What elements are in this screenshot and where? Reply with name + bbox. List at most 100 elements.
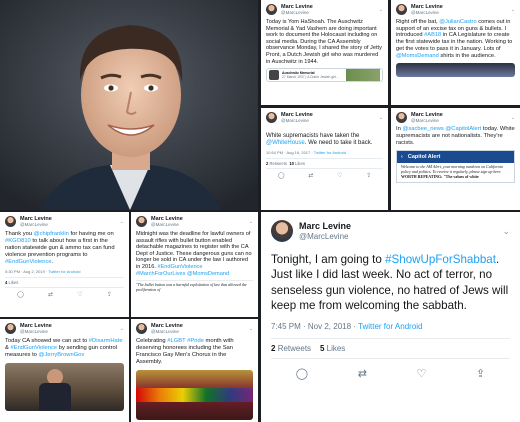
avatar[interactable] (136, 323, 147, 334)
hashtag-link[interactable]: #KGO810 (5, 238, 31, 244)
pride-flag (136, 387, 253, 402)
reply-icon[interactable]: ◯ (296, 367, 308, 380)
mention-link[interactable]: @WhiteHouse (266, 140, 305, 146)
tweet-pride[interactable]: Marc Levine @MarcLevine ⌄ Celebrating #LG… (131, 319, 258, 422)
author-handle[interactable]: @MarcLevine (411, 10, 443, 15)
avatar[interactable] (396, 112, 407, 123)
tweet-timestamp[interactable]: 5:30 PM · Aug 2, 2019 · (5, 269, 48, 274)
tweet-text: White supremacists have taken the @White… (266, 133, 383, 147)
tweet-stats: 4 Likes (5, 276, 124, 288)
share-icon[interactable]: ⇪ (476, 367, 485, 380)
author-handle[interactable]: @MarcLevine (299, 232, 351, 242)
tweet-photo[interactable] (136, 369, 253, 420)
tweet-julian-castro[interactable]: Marc Levine @MarcLevine ⌄ Right off the b… (391, 0, 520, 105)
text-span: Tonight, I am going to (271, 253, 386, 266)
mention-link[interactable]: @chipfranklin (34, 231, 69, 237)
like-icon[interactable]: ♡ (417, 367, 427, 380)
retweet-icon[interactable]: ⇄ (48, 291, 53, 298)
link-card[interactable]: Auschwitz Memorial 27 March 1937 | A Dut… (266, 68, 383, 83)
tweet-client-link[interactable]: Twitter for Android (358, 322, 422, 331)
hashtag-link[interactable]: #AB18 (424, 32, 441, 38)
chevron-down-icon[interactable]: ⌄ (511, 115, 515, 121)
author-name[interactable]: Marc Levine (299, 221, 351, 232)
hashtag-link[interactable]: #EndGunViolence (5, 259, 52, 265)
tweet-text: Thank you @chipfranklin for having me on… (5, 231, 124, 266)
article-heading: WORTH REPEATING: "The values of white (401, 174, 479, 180)
chevron-down-icon[interactable]: ⌄ (502, 226, 510, 237)
text-span: shirts in the audience. (438, 52, 496, 59)
chevron-down-icon[interactable]: ⌄ (511, 7, 515, 13)
mention-link[interactable]: @CapitolAlert (445, 126, 481, 132)
tweet-client-link[interactable]: Twitter for Android (314, 150, 346, 155)
like-count[interactable]: 5 (320, 344, 324, 353)
author-handle[interactable]: @MarcLevine (20, 222, 52, 227)
hashtag-link[interactable]: #Pride (187, 338, 204, 344)
author-handle[interactable]: @MarcLevine (411, 118, 443, 123)
retweet-count[interactable]: 2 (266, 161, 268, 166)
reply-icon[interactable]: ◯ (17, 291, 24, 298)
chevron-down-icon[interactable]: ⌄ (249, 326, 253, 332)
like-icon[interactable]: ♡ (337, 172, 342, 179)
reply-icon[interactable]: ◯ (278, 172, 285, 179)
hashtag-link[interactable]: #EndGunViolence (157, 264, 202, 270)
retweet-count[interactable]: 2 (271, 344, 275, 353)
author-handle[interactable]: @MarcLevine (151, 329, 183, 334)
chevron-down-icon[interactable]: ⌄ (249, 219, 253, 225)
tweet-timestamp[interactable]: 7:45 PM · Nov 2, 2018 · (271, 322, 358, 331)
share-icon[interactable]: ⇪ (366, 172, 371, 179)
hashtag-link[interactable]: #DisarmHate (89, 338, 123, 344)
card-subtitle: 27 March 1937 | A Dutch Jewish girl... (282, 75, 339, 80)
tweet-yom-hashoah[interactable]: Marc Levine @MarcLevine ⌄ Today is Yom Ha… (261, 0, 388, 105)
chevron-down-icon[interactable]: ⌄ (120, 326, 124, 332)
mention-link[interactable]: @MomsDemand (187, 271, 229, 277)
tweet-disarm-hate[interactable]: Marc Levine @MarcLevine ⌄ Today CA showed… (0, 319, 129, 422)
avatar[interactable] (266, 4, 277, 15)
chevron-down-icon[interactable]: ⌄ (379, 7, 383, 13)
like-icon[interactable]: ♡ (77, 291, 82, 298)
avatar[interactable] (136, 216, 147, 227)
tweet-photo[interactable] (5, 362, 124, 411)
retweets-label: Retweets (269, 161, 287, 167)
tweet-meta: 10:54 PM · Aug 16, 2017 · Twitter for An… (266, 150, 383, 155)
like-count[interactable]: 10 (289, 161, 294, 166)
tweet-capitol-alert[interactable]: Marc Levine @MarcLevine ⌄ In @sacbee_news… (391, 108, 520, 210)
hashtag-link[interactable]: #MarchForOurLives (136, 271, 185, 277)
hashtag-link[interactable]: #ShowUpForShabbat (385, 253, 496, 266)
avatar[interactable] (271, 220, 293, 242)
back-arrow-icon[interactable]: ‹ (401, 154, 403, 160)
tweet-actions: ◯ ⇄ ♡ ⇪ (271, 367, 510, 380)
avatar[interactable] (5, 216, 16, 227)
like-count[interactable]: 4 (5, 280, 7, 285)
author-handle[interactable]: @MarcLevine (281, 118, 313, 123)
retweet-icon[interactable]: ⇄ (308, 172, 313, 179)
share-icon[interactable]: ⇪ (107, 291, 112, 298)
hashtag-link[interactable]: #EndGunViolence (10, 345, 57, 351)
author-handle[interactable]: @MarcLevine (151, 222, 183, 227)
avatar[interactable] (396, 4, 407, 15)
tweet-whitehouse[interactable]: Marc Levine @MarcLevine ⌄ White supremaci… (261, 108, 388, 210)
avatar[interactable] (266, 112, 277, 123)
tweet-photo[interactable] (396, 63, 515, 78)
mention-link[interactable]: @sacbee_news (402, 126, 443, 132)
tweet-show-up-for-shabbat[interactable]: Marc Levine @MarcLevine ⌄ Tonight, I am … (261, 212, 520, 422)
hashtag-link[interactable]: #LGBT (167, 338, 185, 344)
tweet-text: Midnight was the deadline for lawful own… (136, 231, 253, 277)
avatar[interactable] (5, 323, 16, 334)
tweet-kgo810[interactable]: Marc Levine @MarcLevine ⌄ Thank you @chip… (0, 212, 129, 317)
tweet-timestamp[interactable]: 10:54 PM · Aug 16, 2017 · (266, 150, 314, 155)
author-handle[interactable]: @MarcLevine (20, 329, 52, 334)
tweet-client-link[interactable]: Twitter for Android (48, 269, 80, 274)
tweet-text: Today CA showed we can act to #DisarmHat… (5, 338, 124, 359)
tweet-bullet-button[interactable]: Marc Levine @MarcLevine ⌄ Midnight was th… (131, 212, 258, 317)
author-handle[interactable]: @MarcLevine (281, 10, 313, 15)
chevron-down-icon[interactable]: ⌄ (379, 115, 383, 121)
text-span: . (51, 258, 54, 265)
quoted-excerpt: "The bullet button was a harmful exploit… (136, 280, 253, 293)
mention-link[interactable]: @MomsDemand (396, 53, 439, 59)
retweet-icon[interactable]: ⇄ (358, 367, 367, 380)
mention-link[interactable]: @JulianCastro (439, 19, 476, 25)
embedded-article[interactable]: ‹ Capitol Alert Welcome to the AM Alert, … (396, 149, 515, 184)
chevron-down-icon[interactable]: ⌄ (120, 219, 124, 225)
tweet-meta: 7:45 PM · Nov 2, 2018 · Twitter for Andr… (271, 322, 510, 331)
mention-link[interactable]: @JerryBrownGov (39, 352, 85, 358)
